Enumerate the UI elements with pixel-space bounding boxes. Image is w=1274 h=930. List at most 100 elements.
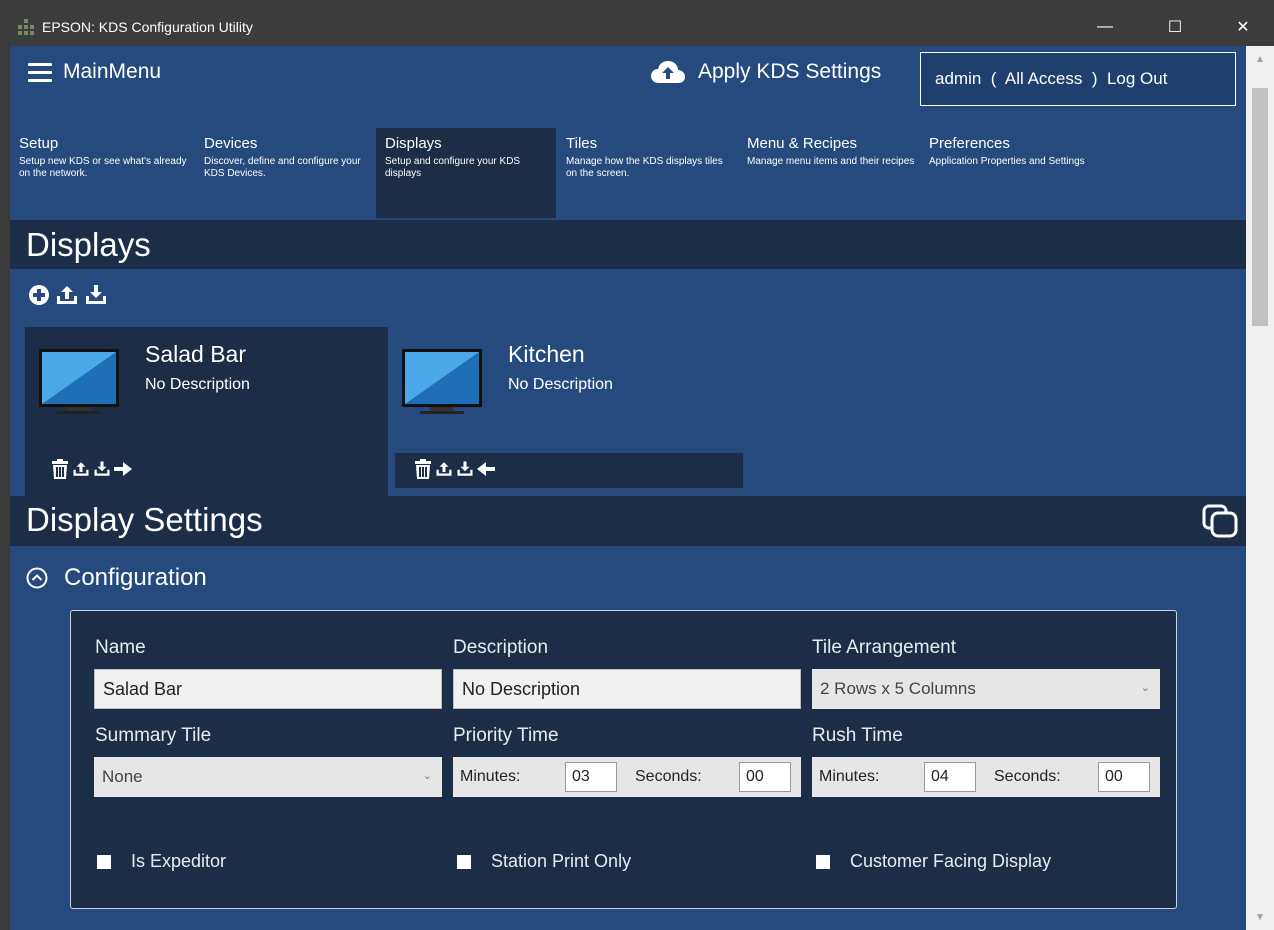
nav-tiles[interactable]: Tiles Manage how the KDS displays tiles … [557, 128, 737, 218]
section-title: Display Settings [26, 501, 263, 538]
scroll-down-icon[interactable]: ▼ [1246, 912, 1274, 923]
nav-desc: Manage menu items and their recipes [747, 156, 915, 167]
main-menu-button[interactable]: MainMenu [63, 60, 161, 84]
apply-kds-settings-button[interactable]: Apply KDS Settings [650, 60, 881, 84]
checkbox-box[interactable] [97, 854, 111, 869]
upload-icon[interactable] [435, 460, 453, 478]
rush-time-label: Rush Time [812, 725, 903, 746]
nav-desc: Setup new KDS or see what's already on t… [19, 156, 187, 179]
display-name: Kitchen [508, 341, 585, 367]
close-button[interactable]: ✕ [1220, 8, 1266, 46]
is-expeditor-checkbox[interactable]: Is Expeditor [97, 851, 226, 872]
checkbox-box[interactable] [816, 854, 830, 869]
configuration-title: Configuration [64, 564, 207, 591]
card-actions [414, 459, 495, 479]
priority-time-label: Priority Time [453, 725, 559, 746]
priority-seconds-input[interactable]: 00 [739, 762, 791, 792]
display-card-salad-bar[interactable]: Salad Bar No Description [25, 327, 388, 496]
account-text: admin ( All Access ) Log Out [935, 69, 1168, 88]
title-bar: EPSON: KDS Configuration Utility — ☐ ✕ [10, 8, 1274, 46]
download-icon[interactable] [84, 284, 108, 306]
account-bar[interactable]: admin ( All Access ) Log Out [920, 52, 1236, 106]
nav-title: Tiles [566, 135, 598, 152]
tile-arrangement-select[interactable]: 2 Rows x 5 Columns ⌄ [812, 669, 1160, 709]
name-label: Name [95, 637, 146, 658]
nav-title: Menu & Recipes [747, 135, 858, 152]
chevron-up-circle-icon[interactable] [26, 567, 48, 589]
nav-desc: Manage how the KDS displays tiles on the… [566, 156, 723, 179]
display-description: No Description [508, 376, 613, 393]
checkbox-label: Is Expeditor [131, 851, 227, 871]
hamburger-menu-icon[interactable] [28, 63, 52, 83]
trash-icon[interactable] [51, 459, 69, 479]
vertical-scrollbar[interactable]: ▲ ▼ [1246, 46, 1274, 930]
minutes-label: Minutes: [460, 768, 521, 785]
arrow-right-icon[interactable] [114, 461, 132, 477]
window-title: EPSON: KDS Configuration Utility [42, 19, 253, 35]
customer-facing-display-checkbox[interactable]: Customer Facing Display [816, 851, 1051, 872]
download-icon[interactable] [456, 460, 474, 478]
scrollbar-thumb[interactable] [1252, 88, 1268, 326]
app-header: MainMenu Apply KDS Settings admin ( All … [10, 46, 1246, 108]
nav-title: Setup [19, 135, 59, 152]
monitor-icon [402, 349, 482, 414]
nav-menu-recipes[interactable]: Menu & Recipes Manage menu items and the… [738, 128, 918, 218]
name-input[interactable]: Salad Bar [94, 669, 442, 709]
display-settings-section-bar: Display Settings [10, 496, 1246, 546]
monitor-icon [39, 349, 119, 414]
chevron-down-icon: ⌄ [422, 770, 432, 782]
summary-tile-select[interactable]: None ⌄ [94, 757, 442, 797]
apply-label: Apply KDS Settings [698, 60, 882, 83]
priority-minutes-input[interactable]: 03 [565, 762, 617, 792]
description-input[interactable]: No Description [453, 669, 801, 709]
section-title: Displays [26, 226, 151, 263]
network-app-icon [18, 19, 34, 35]
nav-title: Preferences [929, 135, 1010, 152]
nav-preferences[interactable]: Preferences Application Properties and S… [920, 128, 1100, 218]
nav-displays[interactable]: Displays Setup and configure your KDS di… [376, 128, 556, 218]
selected-value: 2 Rows x 5 Columns [820, 679, 976, 698]
configuration-panel: Name Salad Bar Description No Descriptio… [70, 610, 1177, 909]
nav-desc: Application Properties and Settings [929, 156, 1085, 167]
station-print-only-checkbox[interactable]: Station Print Only [457, 851, 631, 872]
nav-title: Displays [385, 135, 442, 152]
nav-title: Devices [204, 135, 258, 152]
card-actions [51, 459, 132, 479]
seconds-label: Seconds: [994, 768, 1061, 785]
upload-icon[interactable] [72, 460, 90, 478]
displays-toolbar [28, 284, 108, 306]
display-card-kitchen[interactable]: Kitchen No Description [388, 327, 750, 496]
display-name: Salad Bar [145, 341, 247, 367]
rush-time-group: Minutes: 04 Seconds: 00 [812, 757, 1160, 797]
nav-devices[interactable]: Devices Discover, define and configure y… [195, 128, 375, 218]
maximize-button[interactable]: ☐ [1152, 8, 1198, 46]
minimize-button[interactable]: — [1082, 8, 1128, 46]
description-label: Description [453, 637, 549, 658]
trash-icon[interactable] [414, 459, 432, 479]
checkbox-label: Customer Facing Display [850, 851, 1052, 871]
app-window: EPSON: KDS Configuration Utility — ☐ ✕ M… [10, 8, 1274, 930]
cloud-upload-icon [651, 61, 685, 83]
chevron-down-icon: ⌄ [1140, 682, 1150, 694]
nav-desc: Setup and configure your KDS displays [385, 156, 521, 179]
checkbox-box[interactable] [457, 854, 471, 869]
tile-arrangement-label: Tile Arrangement [812, 637, 956, 658]
displays-section-bar: Displays [10, 220, 1246, 269]
download-icon[interactable] [93, 460, 111, 478]
seconds-label: Seconds: [635, 768, 702, 785]
nav-setup[interactable]: Setup Setup new KDS or see what's alread… [10, 128, 190, 218]
upload-icon[interactable] [55, 284, 79, 306]
checkbox-label: Station Print Only [491, 851, 632, 871]
minutes-label: Minutes: [819, 768, 880, 785]
configuration-header[interactable]: Configuration [26, 564, 207, 592]
main-nav: Setup Setup new KDS or see what's alread… [10, 128, 1246, 218]
scroll-up-icon[interactable]: ▲ [1246, 54, 1274, 65]
copy-icon[interactable] [1202, 504, 1240, 538]
add-circle-icon[interactable] [28, 284, 50, 306]
arrow-left-icon[interactable] [477, 461, 495, 477]
rush-seconds-input[interactable]: 00 [1098, 762, 1150, 792]
selected-value: None [102, 767, 143, 786]
display-description: No Description [145, 376, 250, 393]
nav-desc: Discover, define and configure your KDS … [204, 156, 361, 179]
rush-minutes-input[interactable]: 04 [924, 762, 976, 792]
